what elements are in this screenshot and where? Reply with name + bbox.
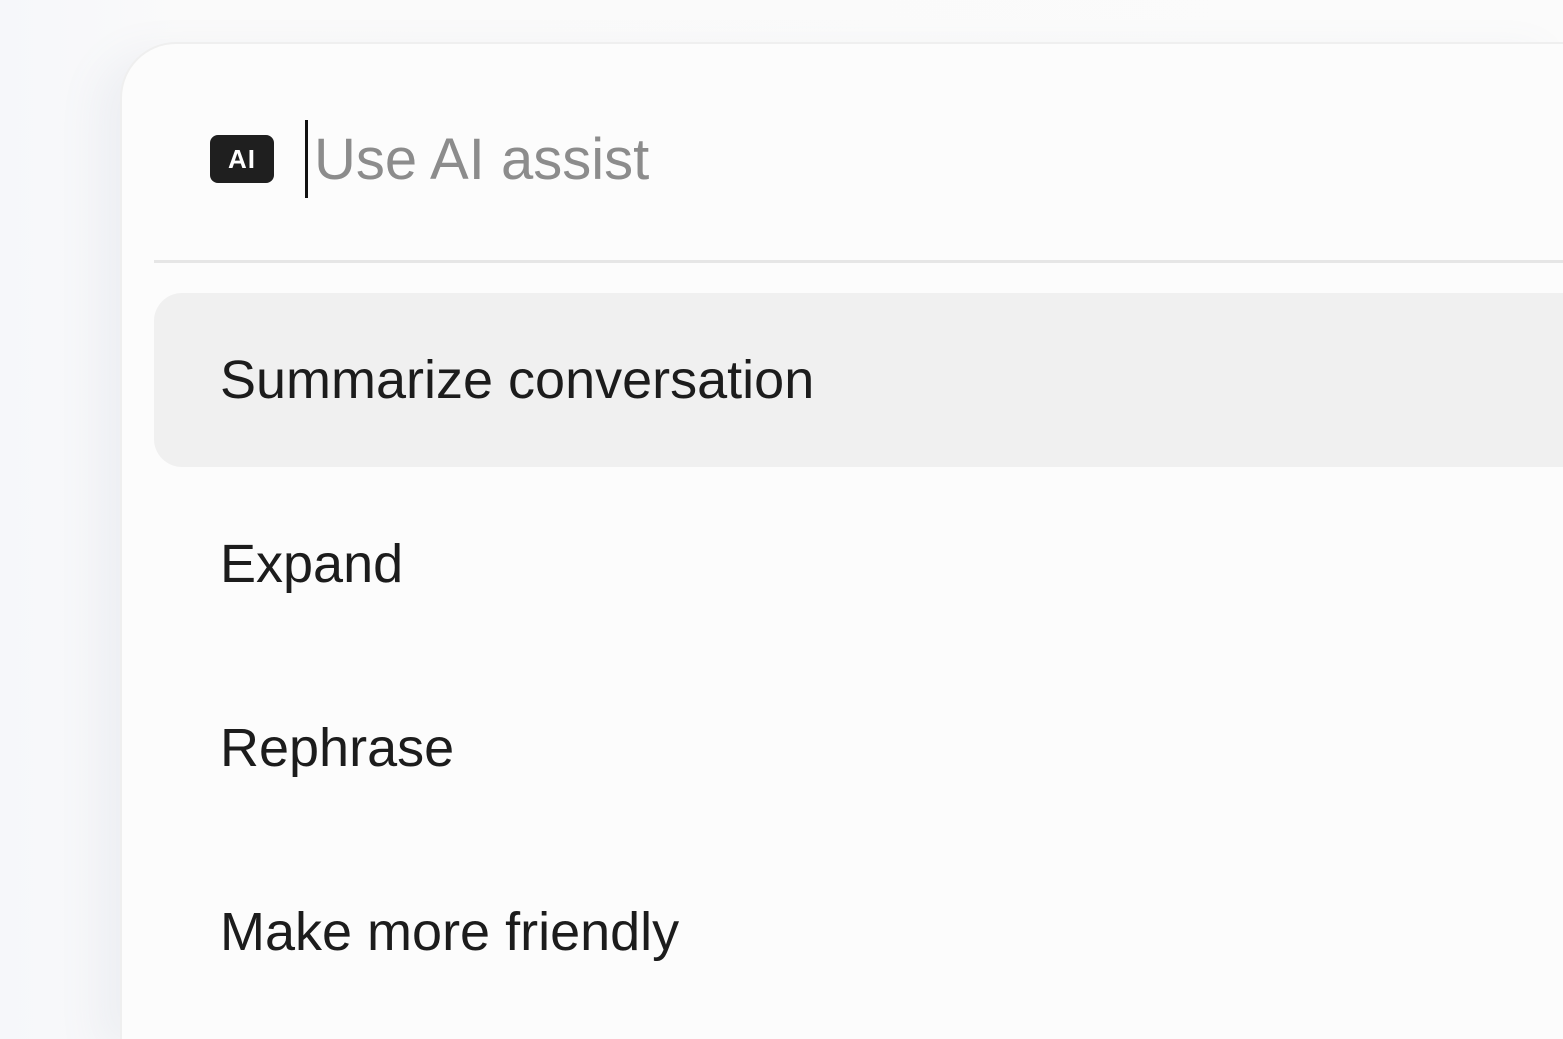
menu-item-make-more-friendly[interactable]: Make more friendly [154,845,1563,1019]
menu-item-rephrase[interactable]: Rephrase [154,661,1563,835]
text-caret [305,120,308,198]
ai-action-menu: Summarize conversation Expand Rephrase M… [154,293,1563,1029]
ai-assist-search-row: AI [210,114,1510,204]
divider [154,260,1563,263]
menu-item-expand[interactable]: Expand [154,477,1563,651]
ai-assist-panel: AI Summarize conversation Expand Rephras… [120,42,1563,1039]
ai-assist-input[interactable] [314,119,1414,199]
menu-item-summarize-conversation[interactable]: Summarize conversation [154,293,1563,467]
ai-badge-icon: AI [210,135,274,183]
